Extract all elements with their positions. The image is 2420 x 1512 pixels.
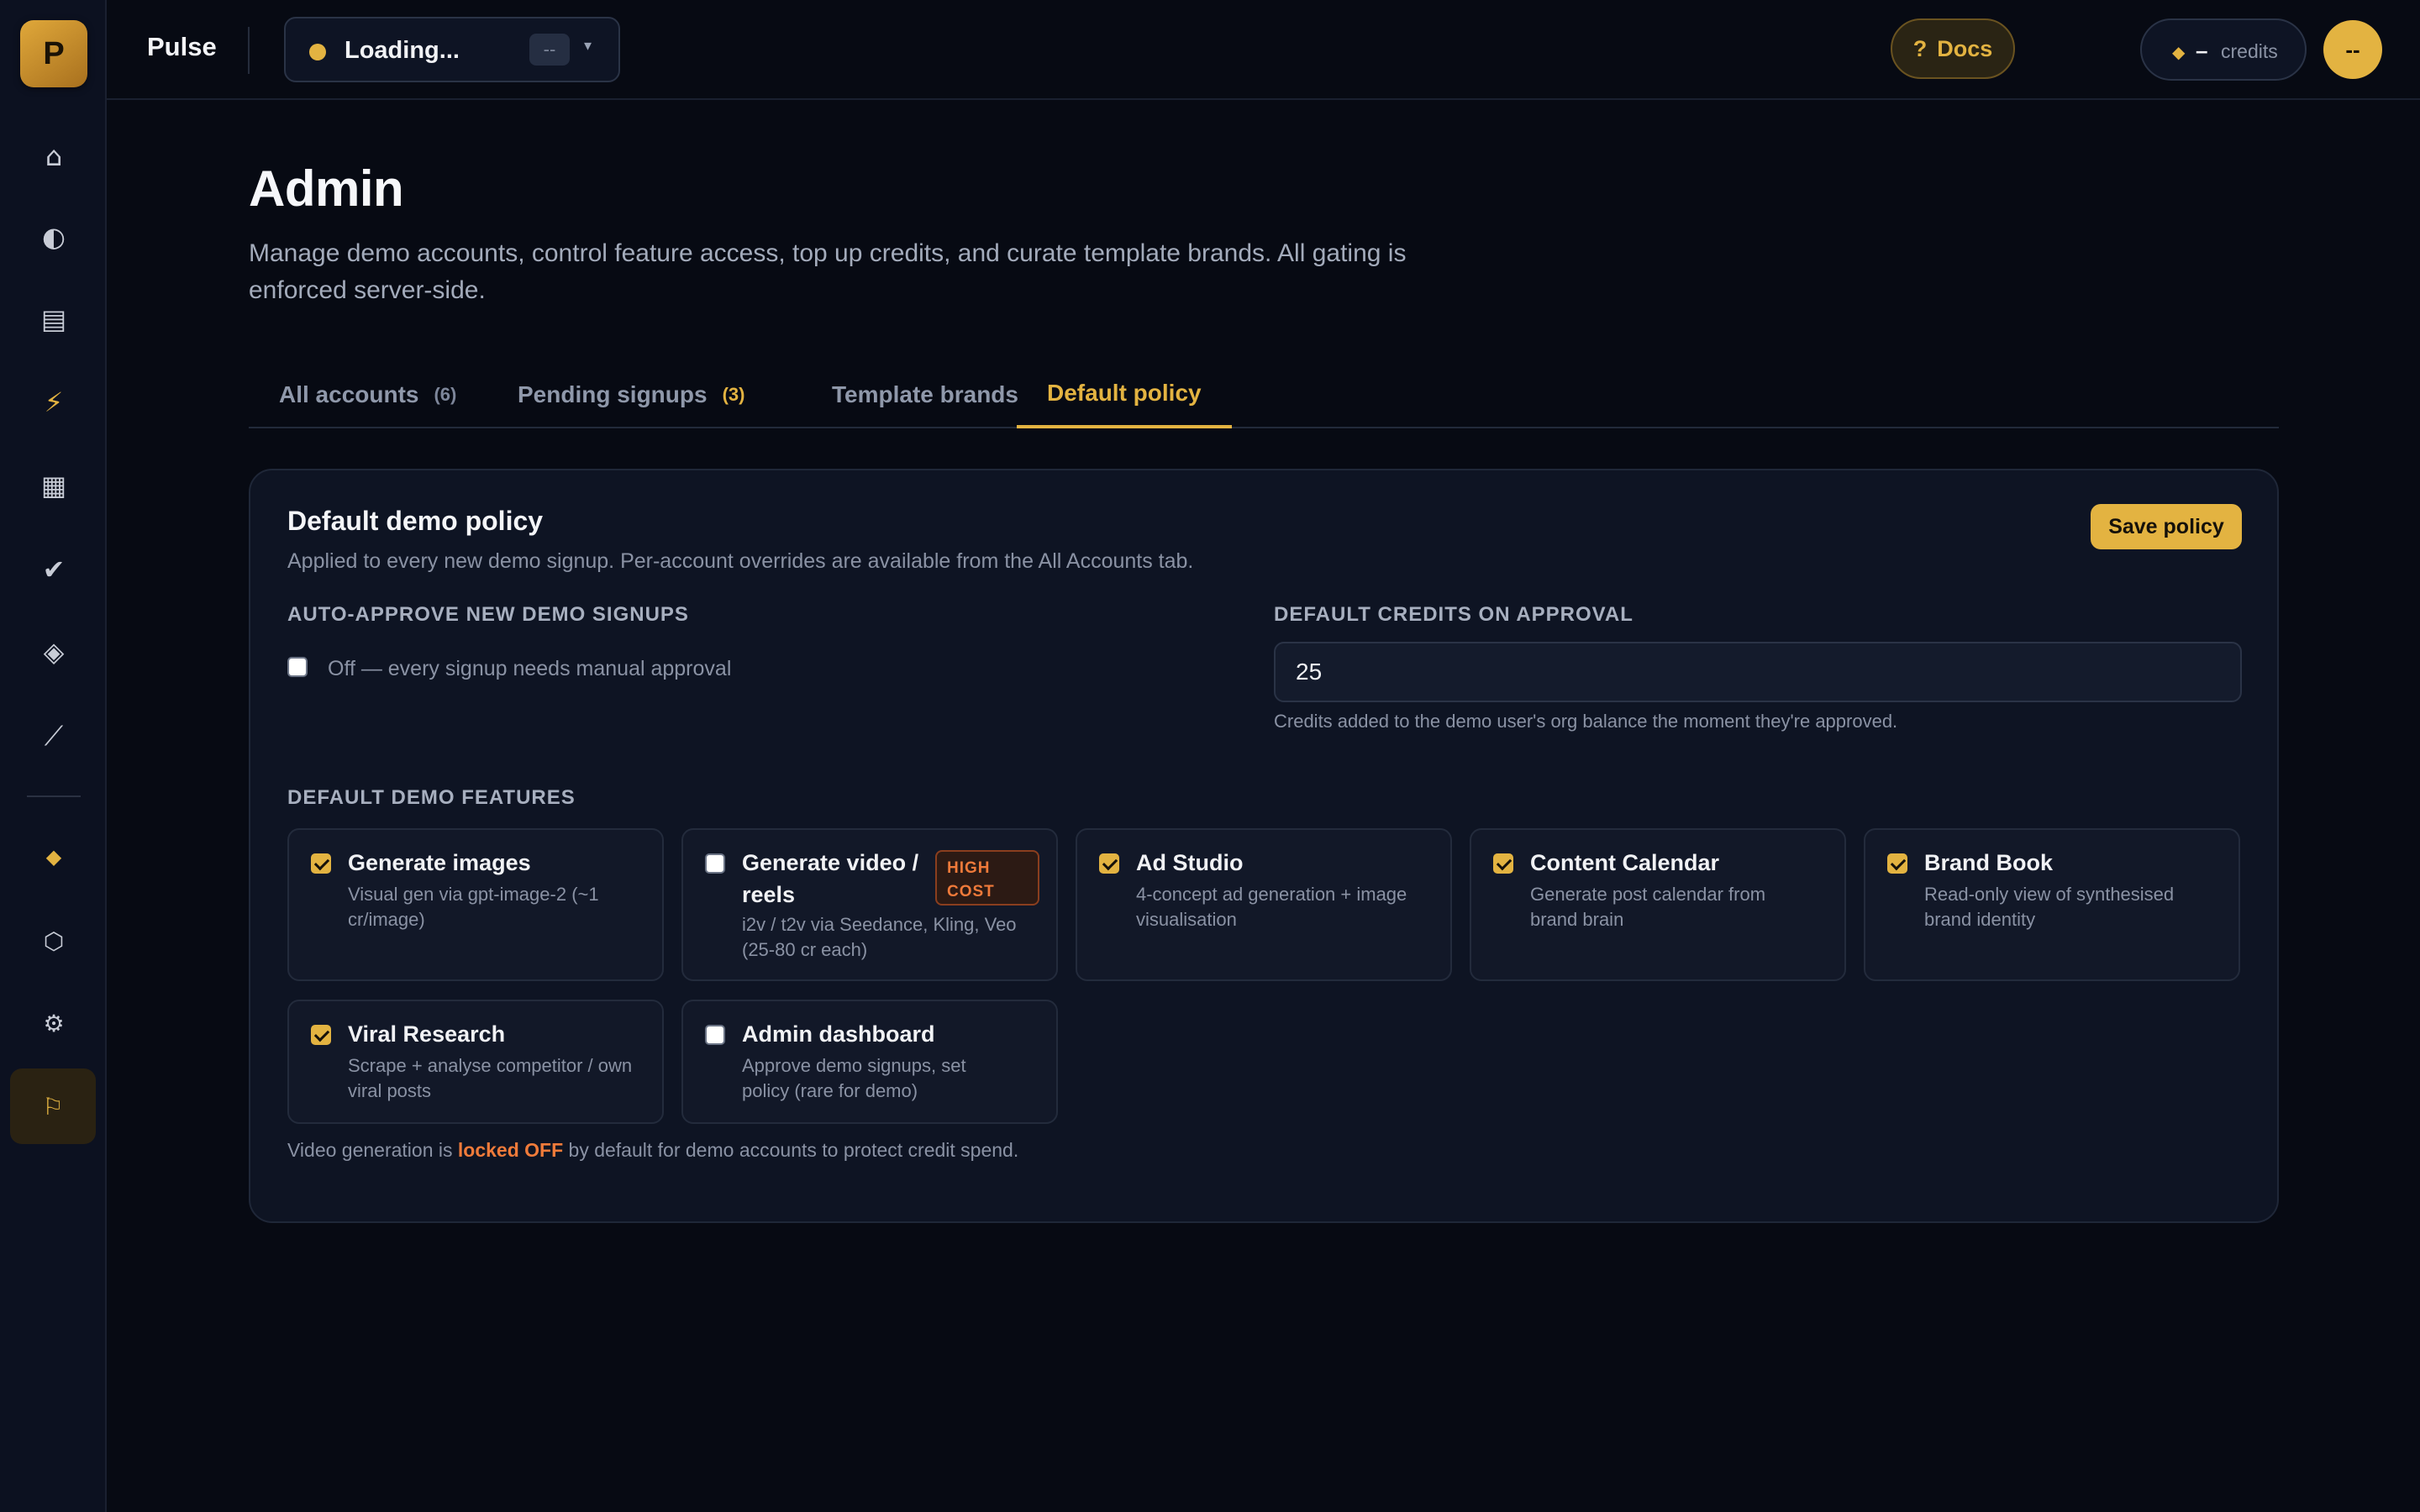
feature-description: Scrape + analyse competitor / own viral … bbox=[348, 1055, 633, 1101]
docs-button[interactable]: ? Docs bbox=[1891, 18, 2015, 79]
save-policy-button[interactable]: Save policy bbox=[2091, 504, 2242, 549]
footnote-text: Video generation is bbox=[287, 1139, 453, 1161]
calendar-icon[interactable]: ▦ bbox=[17, 449, 91, 522]
card-title: Default demo policy bbox=[287, 506, 544, 536]
tab-count: (6) bbox=[434, 384, 457, 405]
home-icon[interactable]: ⌂ bbox=[17, 119, 91, 193]
credits-pill[interactable]: ◆ – credits bbox=[2140, 18, 2307, 81]
feature-checkbox[interactable] bbox=[1099, 853, 1119, 874]
feature-description: Visual gen via gpt-image-2 (~1 cr/image) bbox=[348, 884, 599, 930]
high-cost-badge: HIGH COST bbox=[935, 850, 1039, 906]
sidebar: P ⌂ ◐ ▤ ⚡ ▦ ✔ ◈ ⟋ ◆ ⬡ ⚙ ⚐ bbox=[0, 0, 107, 1512]
feature-content-calendar[interactable]: Content Calendar Generate post calendar … bbox=[1470, 828, 1846, 981]
workspace-label: Loading... bbox=[345, 37, 460, 64]
feature-title: Ad Studio bbox=[1136, 850, 1244, 875]
chevron-down-icon: ▾ bbox=[584, 37, 592, 55]
footnote-text: by default for demo accounts to protect … bbox=[568, 1139, 1019, 1161]
feature-title: Admin dashboard bbox=[742, 1021, 935, 1047]
credits-value: – bbox=[2196, 38, 2208, 63]
workspace-selector[interactable]: Loading... -- ▾ bbox=[284, 17, 620, 82]
video-lock-footnote: Video generation is locked OFF by defaul… bbox=[287, 1139, 1018, 1162]
tab-label: Default policy bbox=[1047, 380, 1202, 406]
tab-label: All accounts bbox=[279, 381, 419, 407]
settings-icon[interactable]: ⚙ bbox=[17, 986, 91, 1060]
feature-brand-book[interactable]: Brand Book Read-only view of synthesised… bbox=[1864, 828, 2240, 981]
default-policy-card: Default demo policy Applied to every new… bbox=[249, 469, 2279, 1223]
diamond-icon[interactable]: ◆ bbox=[17, 820, 91, 894]
feature-title: Brand Book bbox=[1924, 850, 2054, 875]
feature-description: 4-concept ad generation + image visualis… bbox=[1136, 884, 1407, 930]
feature-generate-video[interactable]: Generate video / reels HIGH COST i2v / t… bbox=[681, 828, 1058, 981]
status-dot-icon bbox=[309, 44, 326, 60]
tab-pending-signups[interactable]: Pending signups (3) bbox=[487, 361, 775, 428]
page-description: Manage demo accounts, control feature ac… bbox=[249, 239, 1407, 304]
layers-icon[interactable]: ◈ bbox=[17, 615, 91, 689]
feature-ad-studio[interactable]: Ad Studio 4-concept ad generation + imag… bbox=[1076, 828, 1452, 981]
feature-title: Generate images bbox=[348, 850, 531, 875]
workspace-badge: -- bbox=[529, 34, 570, 66]
auto-approve-label: Auto-approve new demo signups bbox=[287, 603, 689, 626]
check-icon[interactable]: ✔ bbox=[17, 533, 91, 606]
feature-admin-dashboard[interactable]: Admin dashboard Approve demo signups, se… bbox=[681, 1000, 1058, 1124]
credits-help-text: Credits added to the demo user's org bal… bbox=[1274, 711, 1898, 732]
feature-title: Generate video / reels bbox=[742, 850, 919, 907]
tab-all-accounts[interactable]: All accounts (6) bbox=[249, 361, 487, 428]
trend-icon[interactable]: ⟋ bbox=[17, 699, 91, 773]
credits-label: credits bbox=[2221, 40, 2278, 62]
feature-checkbox[interactable] bbox=[1493, 853, 1513, 874]
feature-checkbox[interactable] bbox=[311, 853, 331, 874]
question-icon: ? bbox=[1912, 35, 1928, 61]
page-title: Admin bbox=[249, 160, 404, 217]
docs-label: Docs bbox=[1937, 35, 1993, 61]
diamond-icon: ◆ bbox=[2172, 42, 2186, 62]
card-subtitle: Applied to every new demo signup. Per-ac… bbox=[287, 549, 1194, 573]
feature-checkbox[interactable] bbox=[1887, 853, 1907, 874]
auto-approve-text: Off — every signup needs manual approval bbox=[328, 657, 732, 680]
hexagon-icon[interactable]: ⬡ bbox=[17, 904, 91, 978]
sidebar-divider bbox=[27, 795, 81, 797]
feature-title: Content Calendar bbox=[1530, 850, 1720, 875]
admin-flag-icon[interactable]: ⚐ bbox=[10, 1068, 96, 1144]
feature-checkbox[interactable] bbox=[311, 1025, 331, 1045]
feature-description: Approve demo signups, set policy (rare f… bbox=[742, 1055, 966, 1101]
app-logo[interactable]: P bbox=[20, 20, 87, 87]
tab-default-policy[interactable]: Default policy bbox=[1017, 361, 1232, 428]
feature-description: Read-only view of synthesised brand iden… bbox=[1924, 884, 2175, 930]
feature-viral-research[interactable]: Viral Research Scrape + analyse competit… bbox=[287, 1000, 664, 1124]
default-credits-input[interactable]: 25 bbox=[1274, 642, 2242, 702]
lightning-icon[interactable]: ⚡ bbox=[17, 365, 91, 439]
feature-checkbox[interactable] bbox=[705, 853, 725, 874]
tab-label: Pending signups bbox=[518, 381, 708, 407]
feature-title: Viral Research bbox=[348, 1021, 506, 1047]
auto-approve-checkbox[interactable] bbox=[287, 657, 308, 677]
tab-label: Template brands bbox=[832, 381, 1018, 407]
tab-count: (3) bbox=[722, 384, 745, 405]
feature-generate-images[interactable]: Generate images Visual gen via gpt-image… bbox=[287, 828, 664, 981]
brand-brain-icon[interactable]: ◐ bbox=[17, 200, 91, 274]
feature-description: i2v / t2v via Seedance, Kling, Veo (25-8… bbox=[742, 914, 1017, 960]
topbar: Pulse Loading... -- ▾ ? Docs ◆ – credits… bbox=[107, 0, 2420, 100]
documents-icon[interactable]: ▤ bbox=[17, 282, 91, 356]
feature-description: Generate post calendar from brand brain bbox=[1530, 884, 1766, 930]
brand-separator bbox=[248, 27, 250, 74]
default-credits-label: Default credits on approval bbox=[1274, 603, 1634, 626]
feature-checkbox[interactable] bbox=[705, 1025, 725, 1045]
app-name: Pulse bbox=[147, 32, 217, 61]
footnote-warning: locked OFF bbox=[457, 1139, 564, 1161]
tab-template-brands[interactable]: Template brands bbox=[802, 361, 1049, 428]
tab-bar: All accounts (6) Pending signups (3) Tem… bbox=[249, 361, 2279, 428]
features-label: Default demo features bbox=[287, 786, 576, 809]
avatar[interactable]: -- bbox=[2323, 20, 2382, 79]
